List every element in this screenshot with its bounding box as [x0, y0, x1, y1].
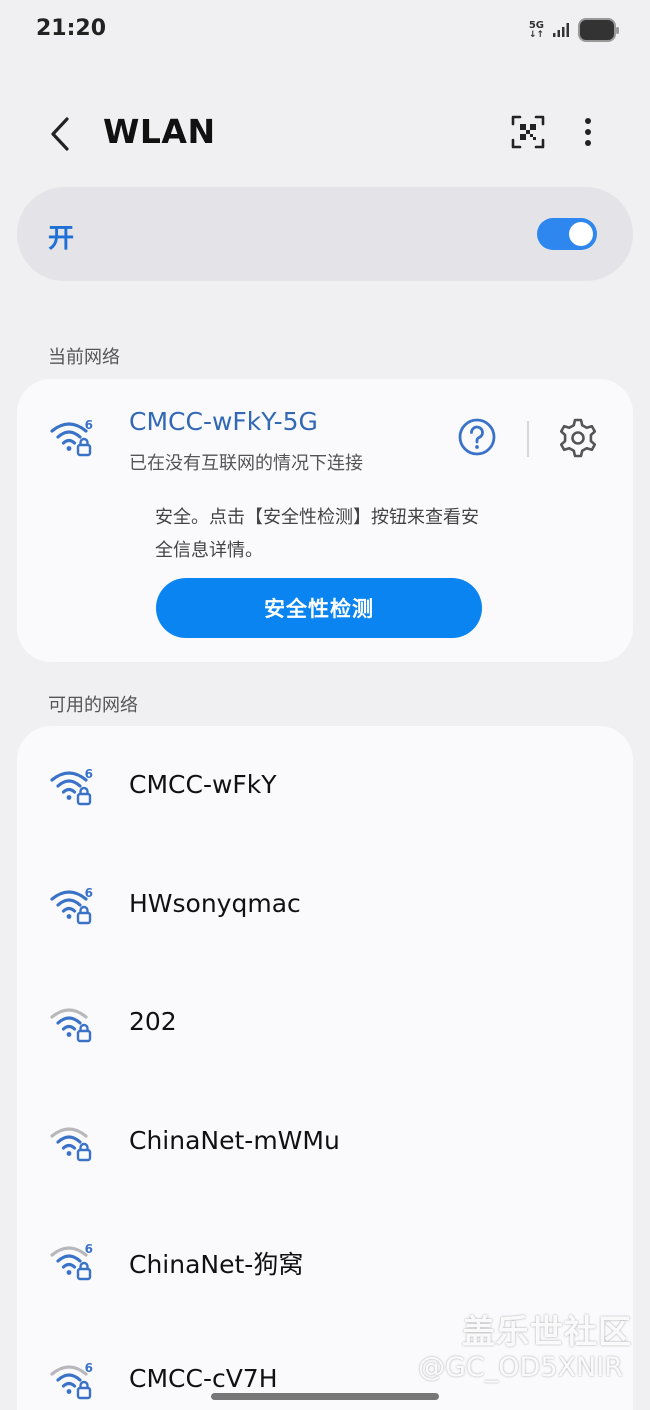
available-networks-section-label: 可用的网络: [48, 695, 138, 716]
wifi-locked-icon: 6: [50, 418, 93, 457]
wifi-locked-icon: 6: [50, 767, 93, 806]
battery-icon: [578, 18, 619, 42]
network-row[interactable]: ChinaNet-mWMu: [17, 1082, 633, 1200]
current-network-status: 已在没有互联网的情况下连接: [129, 453, 363, 474]
security-check-button[interactable]: 安全性检测: [156, 578, 482, 638]
network-name: ChinaNet-狗窝: [129, 1250, 304, 1279]
qr-scan-button[interactable]: [504, 108, 552, 156]
watermark-handle: @GC_OD5XNIR: [418, 1352, 623, 1383]
page-title: WLAN: [103, 112, 216, 151]
wifi-locked-icon: 6: [50, 1242, 93, 1281]
network-name: CMCC-cV7H: [129, 1364, 278, 1393]
wifi-standard-label: 6: [85, 418, 93, 432]
wifi-standard-label: 6: [85, 1242, 93, 1256]
network-row[interactable]: 202: [17, 963, 633, 1081]
wifi-locked-icon: 6: [50, 1361, 93, 1400]
back-arrow-icon: [51, 117, 69, 151]
wifi-locked-icon: [50, 1008, 92, 1043]
status-icons: 5G ↓↑: [528, 18, 619, 42]
wifi-locked-icon: [50, 1127, 92, 1162]
wlan-toggle-label: 开: [48, 224, 75, 254]
more-options-button[interactable]: [566, 108, 610, 156]
more-vertical-icon: [585, 118, 591, 146]
current-network-name[interactable]: CMCC-wFkY-5G: [129, 407, 318, 436]
network-row[interactable]: 6 HWsonyqmac: [17, 845, 633, 963]
watermark-title: 盖乐世社区: [462, 1312, 632, 1351]
security-info-text: 安全。点击【安全性检测】按钮来查看安全信息详情。: [155, 507, 479, 561]
network-type-indicator: 5G ↓↑: [528, 19, 544, 40]
back-button[interactable]: [36, 110, 84, 158]
app-header: WLAN: [0, 92, 650, 176]
wlan-settings-screen: 21:20 5G ↓↑ WLAN 开 当前网络 6 CMCC-wFkY-5G 已…: [0, 0, 650, 1410]
wifi-standard-label: 6: [85, 886, 93, 900]
network-arrows: ↓↑: [528, 29, 544, 40]
network-name: 202: [129, 1007, 177, 1036]
status-time: 21:20: [36, 16, 107, 41]
network-name: HWsonyqmac: [129, 889, 301, 918]
current-network-section-label: 当前网络: [48, 347, 120, 368]
network-row[interactable]: 6 CMCC-wFkY: [17, 726, 633, 844]
qr-scan-icon: [511, 115, 545, 149]
wifi-standard-label: 6: [85, 767, 93, 781]
home-indicator[interactable]: [211, 1393, 439, 1400]
wlan-toggle-row[interactable]: 开: [17, 187, 633, 281]
card-divider: [527, 421, 529, 457]
network-name: CMCC-wFkY: [129, 770, 277, 799]
network-row[interactable]: 6 ChinaNet-狗窝: [17, 1201, 633, 1319]
gear-icon[interactable]: [557, 417, 599, 459]
network-type-label: 5G: [528, 19, 544, 31]
current-network-card: 6 CMCC-wFkY-5G 已在没有互联网的情况下连接 安全。点击【安全性检测…: [17, 379, 633, 662]
wlan-switch[interactable]: [537, 218, 597, 250]
status-bar: 21:20 5G ↓↑: [0, 0, 650, 62]
signal-icon: [553, 23, 569, 37]
help-icon[interactable]: [457, 417, 497, 457]
network-name: ChinaNet-mWMu: [129, 1126, 340, 1155]
switch-knob: [569, 222, 593, 246]
wifi-standard-label: 6: [85, 1361, 93, 1375]
wifi-locked-icon: 6: [50, 886, 93, 925]
